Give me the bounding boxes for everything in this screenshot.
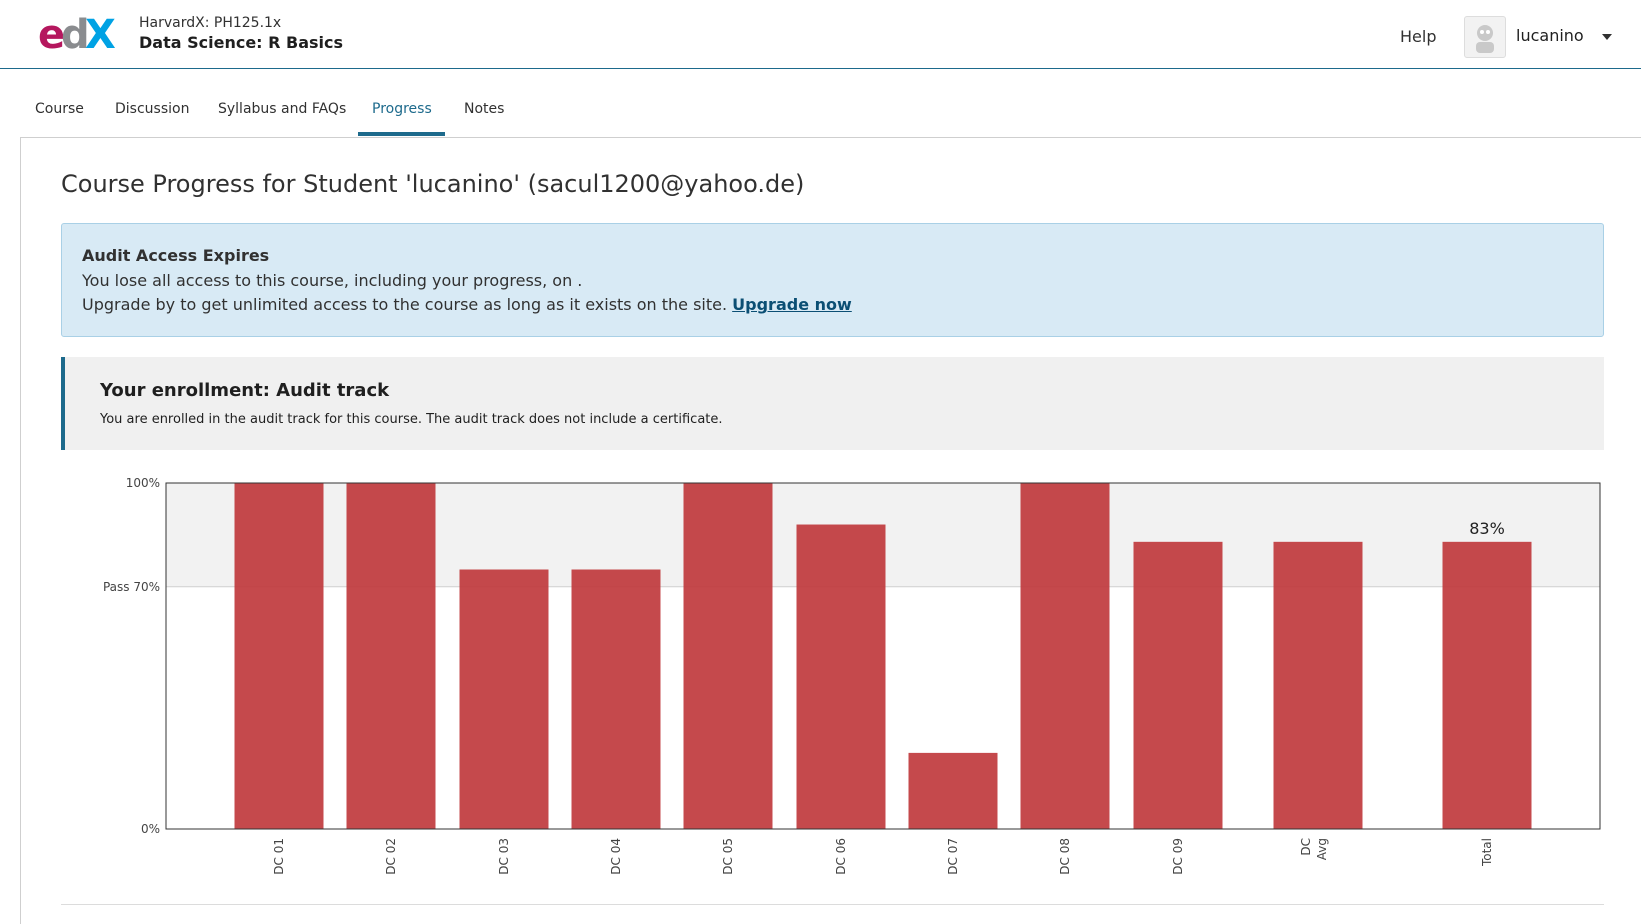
y-tick-label: 100%: [126, 476, 160, 490]
x-tick-label: DC 01: [272, 838, 286, 875]
chart-bar: [571, 569, 661, 829]
x-tick-label: DC 03: [497, 838, 511, 875]
x-tick-label: Total: [1480, 838, 1494, 867]
y-tick-label: Pass 70%: [103, 580, 160, 594]
chart-bar: [796, 524, 886, 829]
x-tick-label: DC 09: [1171, 838, 1185, 875]
x-tick-label: DC 02: [384, 838, 398, 875]
x-tick-label: DC: [1299, 838, 1313, 856]
x-tick-label: DC 05: [721, 838, 735, 875]
x-tick-label: DC 06: [834, 838, 848, 875]
x-tick-label: Avg: [1315, 838, 1329, 860]
x-tick-label: DC 04: [609, 838, 623, 875]
x-tick-label: DC 07: [946, 838, 960, 875]
chart-bar: [346, 483, 436, 829]
bar-data-label: 83%: [1469, 519, 1505, 538]
progress-chart: 0% Pass 70% 100% DC 01 DC 02 DC 03 DC 04 DC 05 D…: [103, 476, 1601, 875]
x-tick-label: DC 08: [1058, 838, 1072, 875]
chart-bar: [234, 483, 324, 829]
chart-bar: [1273, 541, 1363, 829]
chart-bar: [459, 569, 549, 829]
divider: [61, 904, 1604, 905]
chart-bar: [908, 752, 998, 829]
chart-bar: [1133, 541, 1223, 829]
chart-bar: [1442, 541, 1532, 829]
chart-bar: [1020, 483, 1110, 829]
chart-bar: [683, 483, 773, 829]
y-tick-label: 0%: [141, 822, 160, 836]
